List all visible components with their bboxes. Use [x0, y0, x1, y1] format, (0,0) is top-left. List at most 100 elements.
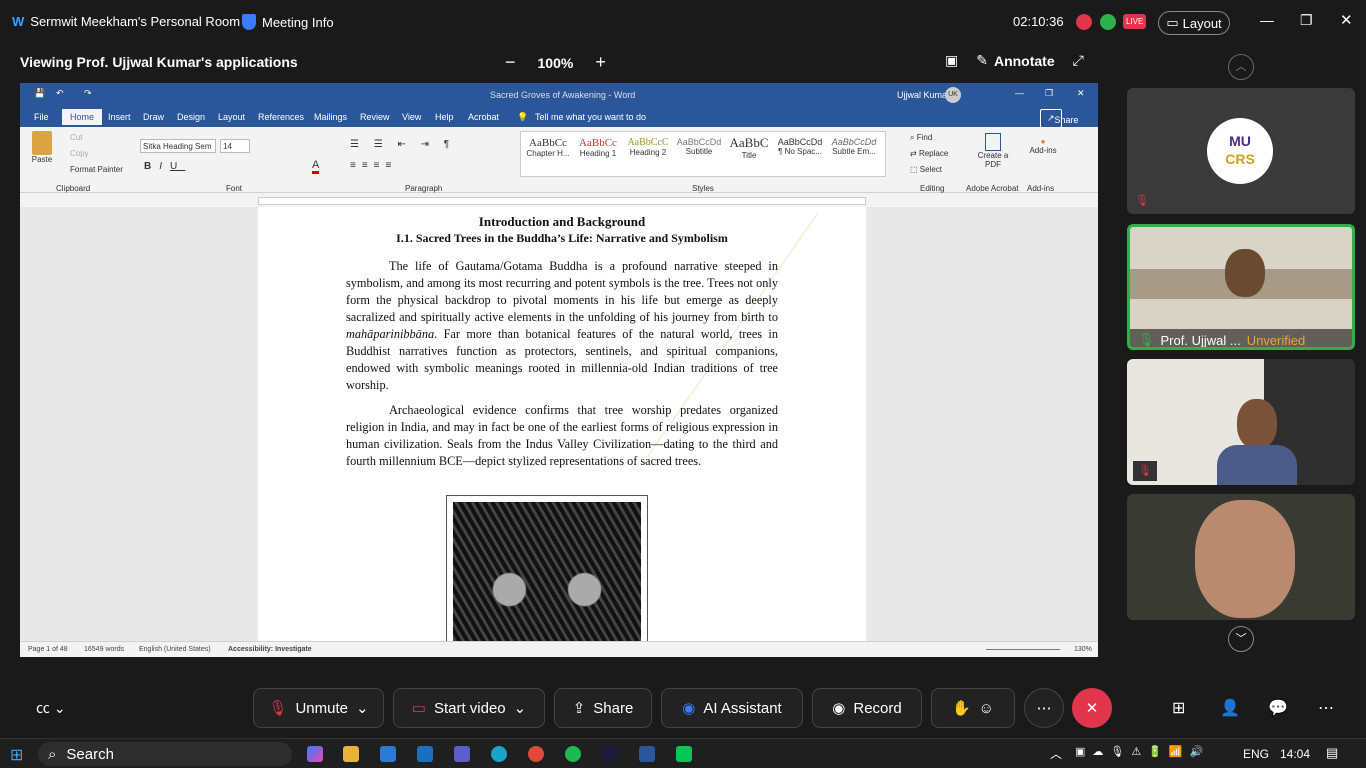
page-count[interactable]: Page 1 of 48: [28, 646, 68, 653]
find-button[interactable]: ⌕ Find: [910, 133, 932, 143]
chat-icon[interactable]: 💬: [1268, 698, 1288, 718]
edge-icon[interactable]: [491, 746, 507, 762]
tab-insert[interactable]: Insert: [108, 112, 131, 122]
select-button[interactable]: ⬚ Select: [910, 165, 942, 174]
cut-button[interactable]: Cut: [70, 133, 82, 142]
tab-design[interactable]: Design: [177, 112, 205, 122]
font-size-select[interactable]: 14: [220, 139, 250, 153]
horizontal-ruler[interactable]: [258, 197, 866, 205]
tab-review[interactable]: Review: [360, 112, 390, 122]
fullscreen-icon[interactable]: ⤢: [1073, 52, 1084, 69]
tray-chevron-icon[interactable]: ︿: [1050, 745, 1062, 762]
accessibility-status[interactable]: Accessibility: Investigate: [228, 646, 312, 653]
user-avatar[interactable]: UK: [945, 87, 961, 103]
font-color-icon[interactable]: A: [312, 159, 320, 174]
style-heading-1[interactable]: AaBbCc Heading 1: [574, 137, 622, 158]
record-button[interactable]: ◉ Record: [812, 688, 922, 728]
tab-layout[interactable]: Layout: [218, 112, 245, 122]
tab-mailings[interactable]: Mailings: [314, 112, 347, 122]
style-chapter-heading[interactable]: AaBbCc Chapter H...: [524, 137, 572, 158]
language[interactable]: English (United States): [139, 646, 211, 653]
webex-taskbar-icon[interactable]: [602, 746, 618, 762]
video-tile-logo[interactable]: MU CRS 🎙: [1127, 88, 1355, 214]
more-panel-icon[interactable]: ⋯: [1318, 698, 1334, 718]
copilot-icon[interactable]: [307, 746, 323, 762]
teams-icon[interactable]: [454, 746, 470, 762]
more-options-button[interactable]: ⋯: [1024, 688, 1064, 728]
paragraph-controls[interactable]: ☰ ☰ ⇤ ⇥ ¶: [350, 139, 455, 150]
layout-button[interactable]: ▭ Layout: [1158, 11, 1230, 35]
word-zoom-level[interactable]: 130%: [1074, 646, 1092, 653]
meeting-info-button[interactable]: Meeting Info: [242, 14, 334, 30]
remote-control-icon[interactable]: ▣: [945, 52, 958, 69]
redo-icon[interactable]: ↷: [84, 88, 92, 99]
taskbar-search-box[interactable]: ⌕ Search: [38, 742, 292, 766]
unmute-button[interactable]: 🎙 Unmute ⌄: [253, 688, 384, 728]
share-button[interactable]: ↗ Share: [1040, 109, 1079, 128]
annotate-button[interactable]: ✎ Annotate: [976, 52, 1054, 69]
reactions-button[interactable]: ✋ ☺: [931, 688, 1015, 728]
style-title[interactable]: AaBbC Title: [724, 135, 774, 160]
tray-icons[interactable]: ▣☁🎙⚠🔋📶🔊: [1075, 745, 1210, 758]
video-tile-participant-3[interactable]: [1127, 494, 1355, 620]
save-icon[interactable]: 💾: [34, 88, 45, 99]
font-format-buttons[interactable]: BIU: [144, 161, 185, 172]
store-icon[interactable]: [380, 746, 396, 762]
video-tile-active-speaker[interactable]: 🎙 Prof. Ujjwal ... Unverified: [1127, 224, 1355, 350]
captions-button[interactable]: ㏄ ⌄: [36, 698, 66, 718]
spotify-icon[interactable]: [565, 746, 581, 762]
zoom-out-icon[interactable]: −: [505, 52, 516, 73]
tab-view[interactable]: View: [402, 112, 421, 122]
paragraph-align-buttons[interactable]: ≡≡≡≡: [350, 160, 397, 171]
document-page[interactable]: Introduction and Background I.1. Sacred …: [258, 207, 866, 655]
minimize-icon[interactable]: —: [1260, 12, 1274, 28]
chevron-down-icon: ⌄: [356, 700, 369, 717]
undo-icon[interactable]: ↶: [56, 88, 64, 99]
participants-icon[interactable]: 👤: [1220, 698, 1240, 718]
start-video-button[interactable]: ▭ Start video ⌄: [393, 688, 545, 728]
word-close-icon[interactable]: ✕: [1077, 88, 1085, 99]
tab-references[interactable]: References: [258, 112, 304, 122]
windows-start-icon[interactable]: ⊞: [10, 745, 23, 765]
replace-button[interactable]: ⇄ Replace: [910, 149, 948, 158]
copy-button[interactable]: Copy: [70, 149, 89, 158]
word-minimize-icon[interactable]: —: [1015, 88, 1024, 98]
chrome-icon[interactable]: [528, 746, 544, 762]
style-no-spacing[interactable]: AaBbCcDd ¶ No Spac...: [774, 137, 826, 156]
leave-meeting-button[interactable]: ✕: [1072, 688, 1112, 728]
notifications-icon[interactable]: ▤: [1326, 745, 1338, 761]
add-ins-button[interactable]: ● Add-ins: [1025, 137, 1061, 155]
outlook-icon[interactable]: [417, 746, 433, 762]
ai-assistant-button[interactable]: ◉ AI Assistant: [661, 688, 803, 728]
zoom-in-icon[interactable]: +: [595, 52, 606, 73]
paste-button[interactable]: Paste: [28, 131, 56, 164]
line-icon[interactable]: [676, 746, 692, 762]
file-explorer-icon[interactable]: [343, 746, 359, 762]
close-icon[interactable]: ✕: [1340, 11, 1353, 29]
style-heading-2[interactable]: AaBbCcC Heading 2: [624, 137, 672, 157]
scroll-up-icon[interactable]: ︿: [1228, 54, 1254, 80]
video-tile-participant-2[interactable]: 🎙: [1127, 359, 1355, 485]
tab-file[interactable]: File: [34, 112, 49, 122]
restore-icon[interactable]: ❐: [1300, 12, 1313, 29]
share-screen-button[interactable]: ⇪ Share: [554, 688, 652, 728]
apps-icon[interactable]: ⊞: [1172, 698, 1185, 718]
tab-acrobat[interactable]: Acrobat: [468, 112, 499, 122]
taskbar-clock[interactable]: 14:04: [1280, 747, 1310, 761]
create-pdf-button[interactable]: Create a PDF: [975, 133, 1011, 169]
tab-help[interactable]: Help: [435, 112, 454, 122]
tab-home[interactable]: Home: [62, 109, 103, 125]
word-icon[interactable]: [639, 746, 655, 762]
tell-me-input[interactable]: Tell me what you want to do: [535, 112, 646, 122]
format-painter-button[interactable]: Format Painter: [70, 165, 123, 174]
style-subtle-emphasis[interactable]: AaBbCcDd Subtle Em...: [826, 137, 882, 156]
zoom-slider[interactable]: [986, 649, 1060, 650]
word-restore-icon[interactable]: ❐: [1045, 88, 1053, 99]
tab-draw[interactable]: Draw: [143, 112, 164, 122]
shared-screen[interactable]: 💾 ↶ ↷ Sacred Groves of Awakening - Word …: [20, 83, 1098, 657]
font-name-select[interactable]: Sitka Heading Sem: [140, 139, 216, 153]
scroll-down-icon[interactable]: ﹀: [1228, 626, 1254, 652]
language-indicator[interactable]: ENG: [1243, 747, 1269, 761]
word-count[interactable]: 16549 words: [84, 646, 124, 653]
style-subtitle[interactable]: AaBbCcDd Subtitle: [674, 137, 724, 156]
